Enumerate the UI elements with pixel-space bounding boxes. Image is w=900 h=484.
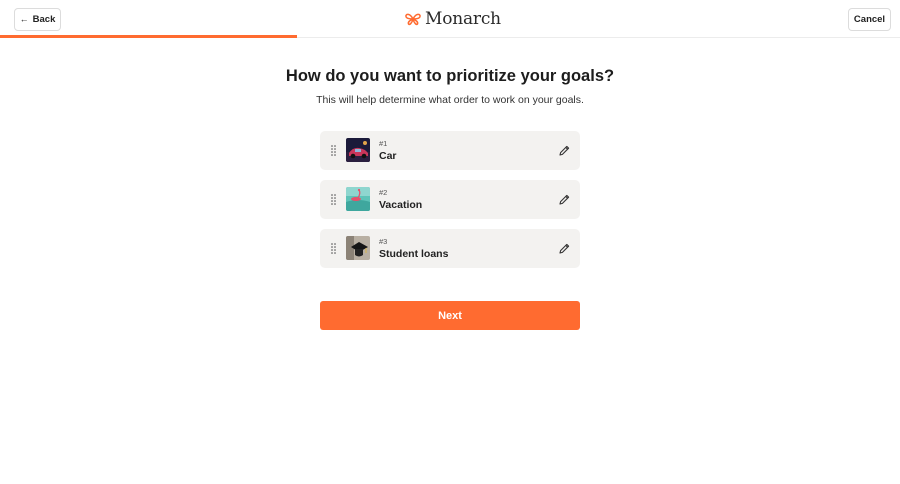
page-title: How do you want to prioritize your goals…	[285, 67, 615, 85]
cancel-button[interactable]: Cancel	[848, 8, 891, 31]
progress-bar	[0, 35, 900, 38]
arrow-left-icon: ←	[19, 14, 29, 24]
monarch-butterfly-icon	[405, 13, 421, 26]
goal-item-car[interactable]: #1 Car	[320, 131, 580, 170]
back-label: Back	[32, 14, 56, 25]
goal-name: Car	[379, 150, 397, 162]
goal-rank: #3	[379, 237, 388, 246]
edit-pencil-icon[interactable]	[558, 144, 571, 157]
drag-handle-icon[interactable]	[331, 194, 337, 205]
back-button[interactable]: ← Back	[14, 8, 61, 31]
brand-name: Monarch	[425, 9, 501, 29]
drag-handle-icon[interactable]	[331, 243, 337, 254]
edit-pencil-icon[interactable]	[558, 242, 571, 255]
page-subtitle: This will help determine what order to w…	[316, 94, 584, 106]
goal-name: Student loans	[379, 248, 449, 260]
drag-handle-icon[interactable]	[331, 145, 337, 156]
beach-photo-icon	[346, 187, 370, 211]
goal-name: Vacation	[379, 199, 423, 211]
top-bar: ← Back Monarch Cancel	[0, 0, 900, 38]
next-button[interactable]: Next	[320, 301, 580, 330]
edit-pencil-icon[interactable]	[558, 193, 571, 206]
goal-rank: #1	[379, 139, 388, 148]
car-photo-icon	[346, 138, 370, 162]
goal-rank: #2	[379, 188, 388, 197]
goal-item-vacation[interactable]: #2 Vacation	[320, 180, 580, 219]
graduation-cap-photo-icon	[346, 236, 370, 260]
progress-fill	[0, 35, 297, 38]
goal-item-student-loans[interactable]: #3 Student loans	[320, 229, 580, 268]
brand-logo: Monarch	[405, 9, 501, 29]
